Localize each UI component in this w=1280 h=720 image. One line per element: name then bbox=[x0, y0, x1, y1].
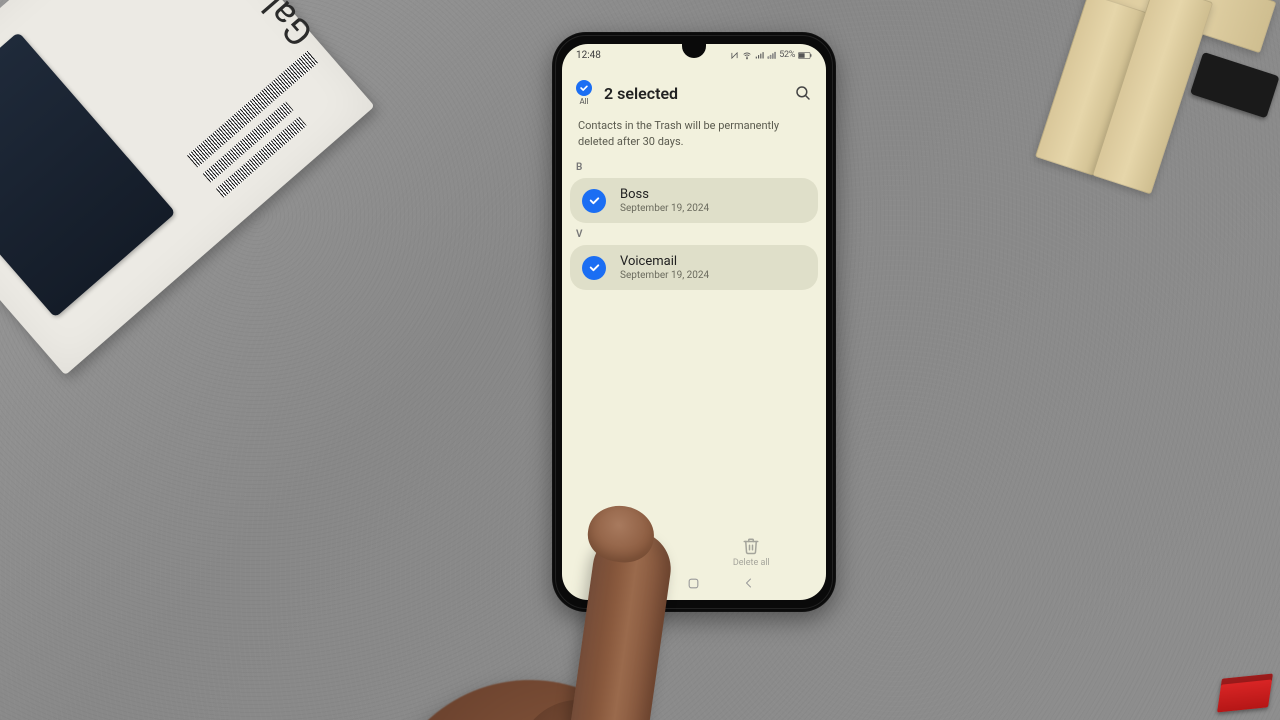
delete-label: Delete all bbox=[733, 558, 770, 568]
search-icon bbox=[794, 84, 812, 102]
contact-list: B Boss September 19, 2024 V bbox=[570, 158, 818, 292]
contact-name: Boss bbox=[620, 187, 709, 202]
contact-date: September 19, 2024 bbox=[620, 203, 709, 214]
battery-icon bbox=[798, 51, 812, 60]
bottom-action-bar: Restore all Delete all bbox=[562, 537, 826, 568]
nfc-icon bbox=[730, 51, 739, 60]
phone-screen: 12:48 52% All bbox=[562, 44, 826, 600]
status-time: 12:48 bbox=[576, 50, 601, 61]
phone-notch bbox=[682, 44, 706, 58]
home-icon bbox=[687, 577, 700, 590]
search-button[interactable] bbox=[794, 84, 812, 102]
box-model-text: Galaxy A06 bbox=[168, 0, 321, 54]
back-icon bbox=[743, 577, 755, 589]
trash-info-text: Contacts in the Trash will be permanentl… bbox=[576, 118, 812, 150]
barcode-icon bbox=[187, 51, 318, 168]
contact-row[interactable]: Boss September 19, 2024 bbox=[570, 178, 818, 223]
recents-icon bbox=[632, 576, 646, 590]
signal-icon bbox=[755, 51, 764, 60]
section-header: V bbox=[570, 225, 818, 245]
check-icon bbox=[582, 256, 606, 280]
status-bar: 12:48 52% bbox=[562, 44, 826, 66]
delete-all-button[interactable]: Delete all bbox=[733, 537, 770, 568]
nav-recents-button[interactable] bbox=[632, 576, 646, 590]
contact-row[interactable]: Voicemail September 19, 2024 bbox=[570, 245, 818, 290]
wooden-prop bbox=[1029, 0, 1280, 254]
photo-scene: Galaxy A06 SAMSUNG 12:48 52% bbox=[0, 0, 1280, 720]
status-battery: 52% bbox=[779, 50, 795, 60]
section-header: B bbox=[570, 158, 818, 178]
black-component bbox=[1190, 52, 1280, 119]
app-header: All 2 selected Contacts in the Trash wil… bbox=[562, 72, 826, 150]
check-icon bbox=[582, 189, 606, 213]
channel-badge bbox=[1217, 673, 1273, 712]
check-icon bbox=[576, 80, 592, 96]
box-art-panel bbox=[0, 32, 176, 318]
trash-icon bbox=[742, 537, 760, 555]
contact-name: Voicemail bbox=[620, 254, 709, 269]
android-nav-bar bbox=[562, 572, 826, 594]
select-all-label: All bbox=[579, 97, 588, 106]
nav-back-button[interactable] bbox=[742, 576, 756, 590]
selection-count-title: 2 selected bbox=[604, 84, 782, 103]
signal-icon bbox=[767, 51, 776, 60]
status-right: 52% bbox=[730, 50, 812, 60]
wifi-icon bbox=[742, 51, 752, 60]
box-barcodes bbox=[187, 51, 350, 204]
phone-frame: 12:48 52% All bbox=[552, 32, 836, 612]
contact-date: September 19, 2024 bbox=[620, 270, 709, 281]
product-box: Galaxy A06 SAMSUNG bbox=[0, 0, 375, 375]
select-all-toggle[interactable]: All bbox=[576, 80, 592, 106]
nav-home-button[interactable] bbox=[687, 576, 701, 590]
